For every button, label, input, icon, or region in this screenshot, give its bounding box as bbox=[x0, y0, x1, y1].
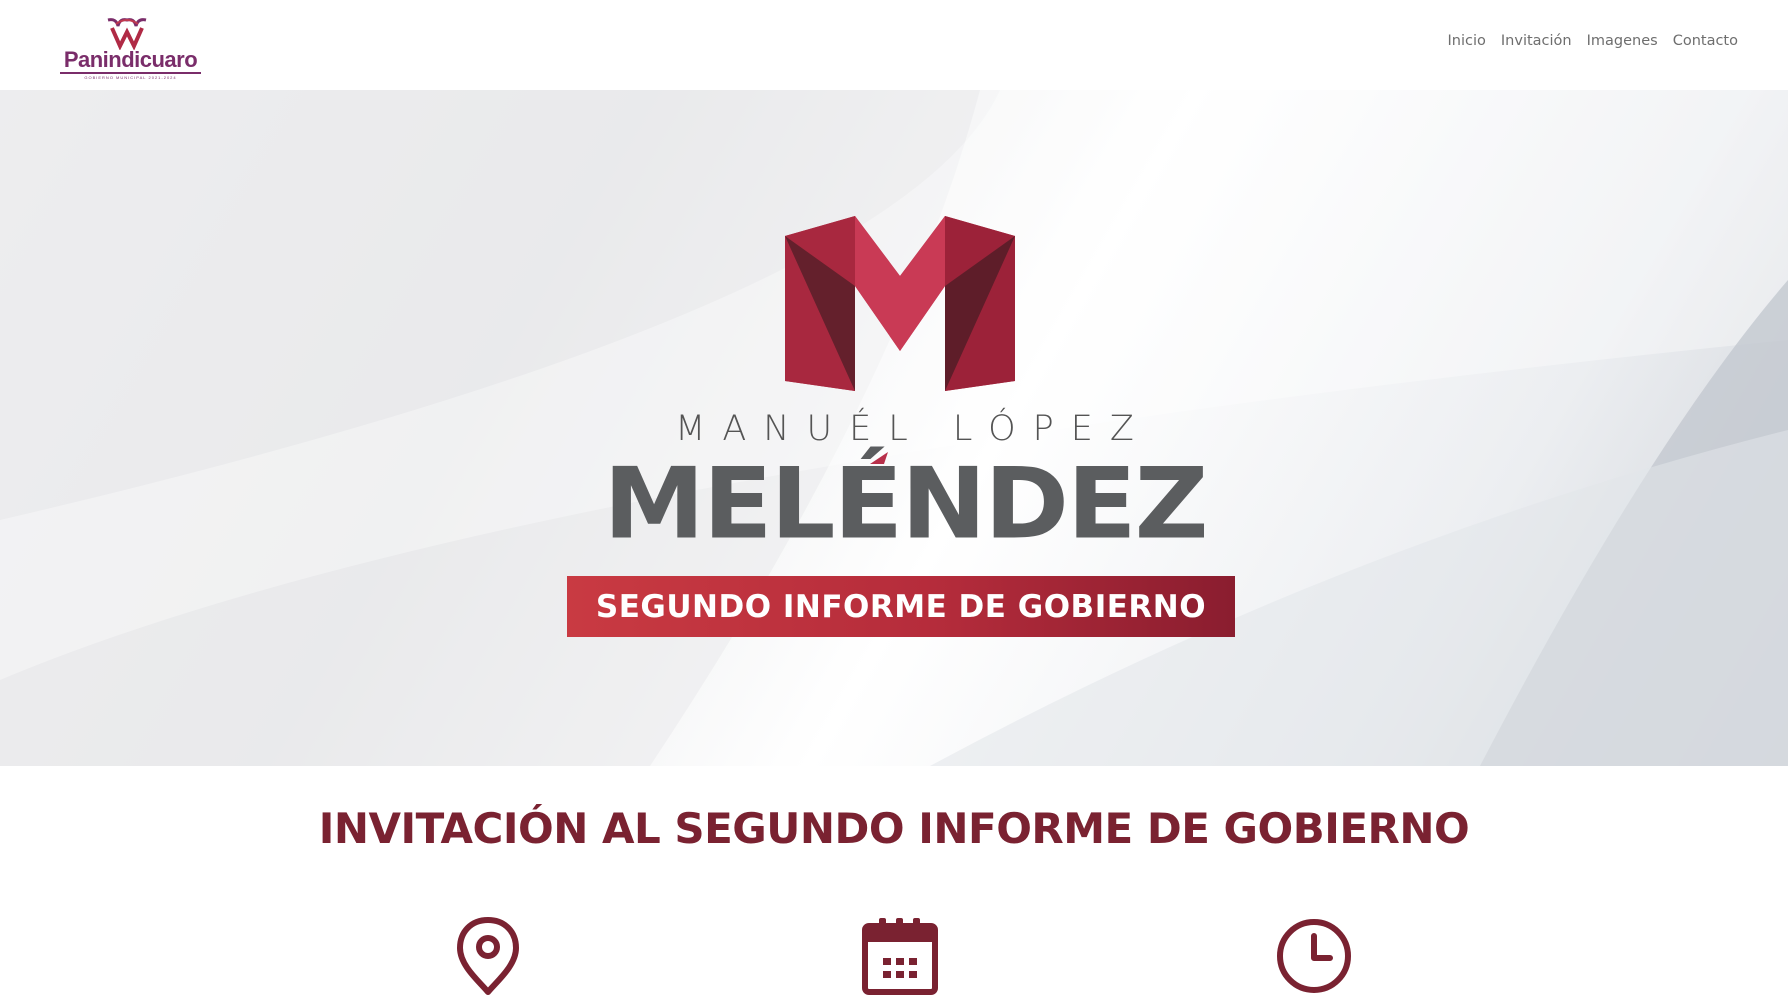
logo-name: Panindicuaro bbox=[63, 47, 198, 72]
logo-underline bbox=[60, 72, 201, 74]
logo-subtitle: GOBIERNO MUNICIPAL 2021-2024 bbox=[84, 75, 177, 80]
nav-imagenes[interactable]: Imagenes bbox=[1587, 33, 1658, 49]
report-banner-text: SEGUNDO INFORME DE GOBIERNO bbox=[595, 588, 1207, 625]
calendar-icon bbox=[862, 918, 938, 995]
m-logo-icon bbox=[785, 216, 1015, 391]
clock-icon bbox=[1277, 919, 1351, 993]
site-header: Panindicuaro GOBIERNO MUNICIPAL 2021-202… bbox=[0, 0, 1788, 90]
location-pin-icon bbox=[457, 917, 519, 995]
candidate-first-name: MANUÉL LÓPEZ bbox=[675, 409, 1151, 449]
logo-emblem-icon bbox=[107, 18, 147, 50]
nav-contacto[interactable]: Contacto bbox=[1673, 33, 1738, 49]
site-logo[interactable]: Panindicuaro GOBIERNO MUNICIPAL 2021-202… bbox=[58, 16, 203, 82]
hero-banner: MANUÉL LÓPEZ MELÉNDEZ SEGUNDO INFORME DE… bbox=[0, 90, 1788, 766]
nav-invitacion[interactable]: Invitación bbox=[1501, 33, 1572, 49]
candidate-surname: MELÉNDEZ bbox=[603, 446, 1208, 561]
main-nav: Inicio Invitación Imagenes Contacto bbox=[1448, 33, 1738, 49]
candidate-brand: MANUÉL LÓPEZ MELÉNDEZ SEGUNDO INFORME DE… bbox=[560, 216, 1250, 736]
nav-inicio[interactable]: Inicio bbox=[1448, 33, 1486, 49]
invitation-title: INVITACIÓN AL SEGUNDO INFORME DE GOBIERN… bbox=[318, 804, 1470, 853]
report-banner: SEGUNDO INFORME DE GOBIERNO bbox=[567, 576, 1235, 637]
